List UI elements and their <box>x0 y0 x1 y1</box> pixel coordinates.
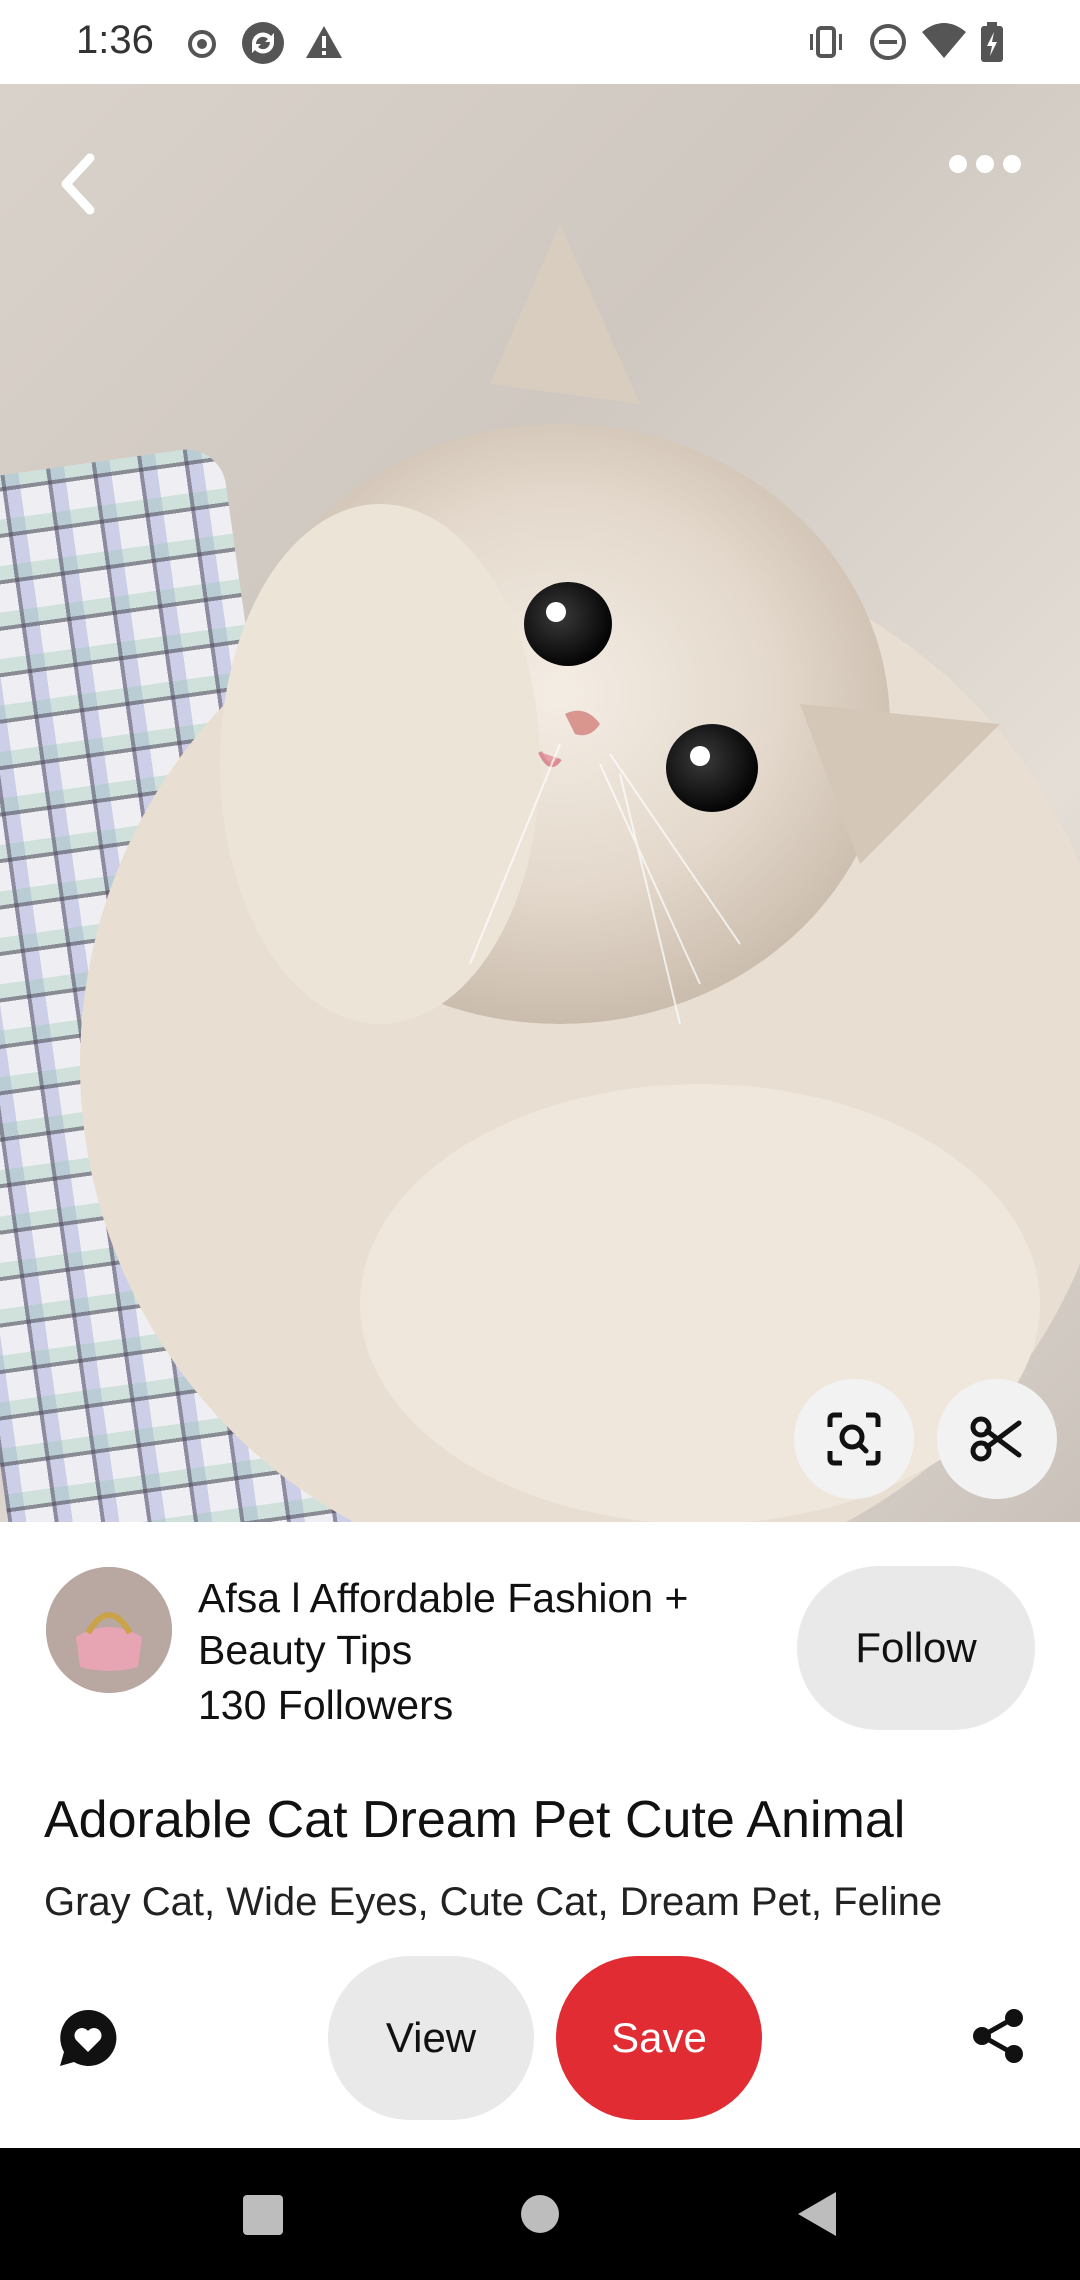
battery-icon <box>978 20 1006 69</box>
home-button[interactable] <box>520 2194 560 2234</box>
view-button[interactable]: View <box>328 1956 534 2120</box>
back-nav-button[interactable] <box>796 2190 838 2238</box>
more-horizontal-icon <box>949 155 1021 173</box>
wifi-icon <box>920 20 968 69</box>
status-time: 1:36 <box>76 18 154 62</box>
cutout-button[interactable] <box>937 1379 1057 1499</box>
creator-avatar[interactable] <box>46 1567 172 1693</box>
more-options-button[interactable] <box>948 144 1022 184</box>
back-button[interactable] <box>50 144 110 224</box>
home-circle-icon <box>521 2195 559 2233</box>
handbag-avatar-icon <box>46 1567 172 1693</box>
creator-followers: 130 Followers <box>198 1682 454 1728</box>
creator-name[interactable]: Afsa l Affordable Fashion + Beauty Tips <box>198 1572 758 1676</box>
back-triangle-icon <box>798 2192 836 2236</box>
do-not-disturb-icon <box>866 20 910 69</box>
system-nav-bar <box>0 2148 1080 2280</box>
sync-icon <box>240 20 286 71</box>
share-button[interactable] <box>968 2006 1028 2066</box>
record-icon <box>186 20 218 69</box>
warning-icon <box>304 20 344 69</box>
visual-search-button[interactable] <box>794 1379 914 1499</box>
recents-square-icon <box>243 2195 283 2235</box>
status-bar: 1:36 <box>0 0 1080 84</box>
vibrate-icon <box>804 20 848 69</box>
comment-button[interactable] <box>56 2006 120 2070</box>
cat-photo <box>80 224 1080 1522</box>
chevron-left-icon <box>61 153 95 215</box>
save-button[interactable]: Save <box>556 1956 762 2120</box>
action-bar: View Save <box>0 1940 1080 2148</box>
visual-search-icon <box>827 1412 881 1466</box>
follow-button[interactable]: Follow <box>797 1566 1035 1730</box>
creator-row: Afsa l Affordable Fashion + Beauty Tips … <box>0 1522 1080 1752</box>
comment-heart-icon <box>60 2009 117 2066</box>
pin-tags: Gray Cat, Wide Eyes, Cute Cat, Dream Pet… <box>44 1880 943 1924</box>
share-icon <box>973 2009 1023 2063</box>
pin-image[interactable] <box>0 84 1080 1522</box>
scissors-icon <box>970 1416 1022 1462</box>
recents-button[interactable] <box>242 2194 284 2236</box>
pin-title: Adorable Cat Dream Pet Cute Animal <box>44 1791 906 1849</box>
